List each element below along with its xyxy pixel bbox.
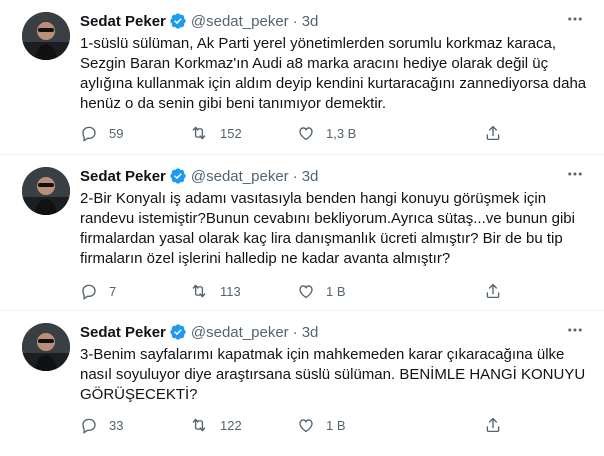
retweet-button[interactable]: 152	[189, 123, 242, 143]
share-button[interactable]	[484, 415, 502, 435]
handle[interactable]: @sedat_peker	[191, 13, 289, 30]
avatar[interactable]	[22, 12, 70, 60]
separator: ·	[292, 323, 298, 341]
retweet-button[interactable]: 122	[189, 415, 242, 435]
timestamp[interactable]: 3d	[302, 13, 319, 30]
separator: ·	[292, 167, 298, 185]
like-count: 1 B	[326, 283, 346, 299]
share-button[interactable]	[484, 123, 502, 143]
reply-count: 33	[109, 417, 124, 433]
retweet-count: 113	[220, 283, 241, 299]
verified-badge-icon	[169, 12, 187, 30]
retweet-icon	[189, 282, 209, 300]
tweet-text: 2-Bir Konyalı iş adamı vasıtasıyla bende…	[80, 190, 575, 267]
tweet-header: Sedat Peker @sedat_peker · 3d	[80, 166, 318, 186]
tweet-header: Sedat Peker @sedat_peker · 3d	[80, 322, 318, 342]
share-icon	[484, 416, 502, 434]
display-name[interactable]: Sedat Peker	[80, 13, 166, 30]
retweet-icon	[189, 416, 209, 434]
more-icon[interactable]	[560, 164, 590, 184]
display-name[interactable]: Sedat Peker	[80, 324, 166, 341]
like-icon	[297, 416, 315, 434]
retweet-icon	[189, 124, 209, 142]
share-icon	[484, 124, 502, 142]
tweet-2[interactable]: Sedat Peker @sedat_peker · 3d 2-Bir Kony…	[0, 155, 604, 311]
tweet-actions: 7 113 1 B	[80, 281, 580, 301]
like-icon	[297, 282, 315, 300]
like-icon	[297, 124, 315, 142]
tweet-actions: 33 122 1 B	[80, 415, 580, 435]
reply-button[interactable]: 33	[80, 415, 123, 435]
share-button[interactable]	[484, 281, 502, 301]
reply-icon	[80, 416, 98, 434]
tweet-1[interactable]: Sedat Peker @sedat_peker · 3d 1-süslü sü…	[0, 0, 604, 155]
tweet-header: Sedat Peker @sedat_peker · 3d	[80, 11, 318, 31]
verified-badge-icon	[169, 323, 187, 341]
reply-count: 7	[109, 283, 117, 299]
tweet-3[interactable]: Sedat Peker @sedat_peker · 3d 3-Benim sa…	[0, 311, 604, 456]
like-button[interactable]: 1,3 B	[297, 123, 356, 143]
tweet-actions: 59 152 1,3 B	[80, 123, 580, 143]
retweet-count: 152	[220, 125, 242, 141]
reply-count: 59	[109, 125, 124, 141]
timestamp[interactable]: 3d	[302, 324, 319, 341]
reply-icon	[80, 282, 98, 300]
tweet-text: 1-süslü sülüman, Ak Parti yerel yönetiml…	[80, 35, 587, 112]
like-count: 1,3 B	[326, 125, 357, 141]
display-name[interactable]: Sedat Peker	[80, 168, 166, 185]
handle[interactable]: @sedat_peker	[191, 168, 289, 185]
more-icon[interactable]	[560, 9, 590, 29]
retweet-count: 122	[220, 417, 242, 433]
reply-icon	[80, 124, 98, 142]
like-button[interactable]: 1 B	[297, 415, 346, 435]
avatar[interactable]	[22, 323, 70, 371]
retweet-button[interactable]: 113	[189, 281, 241, 301]
reply-button[interactable]: 7	[80, 281, 116, 301]
share-icon	[484, 282, 502, 300]
more-icon[interactable]	[560, 320, 590, 340]
tweet-text: 3-Benim sayfalarımı kapatmak için mahkem…	[80, 346, 586, 403]
like-button[interactable]: 1 B	[297, 281, 346, 301]
timestamp[interactable]: 3d	[302, 168, 319, 185]
reply-button[interactable]: 59	[80, 123, 123, 143]
handle[interactable]: @sedat_peker	[191, 324, 289, 341]
like-count: 1 B	[326, 417, 346, 433]
verified-badge-icon	[169, 167, 187, 185]
avatar[interactable]	[22, 167, 70, 215]
separator: ·	[292, 12, 298, 30]
